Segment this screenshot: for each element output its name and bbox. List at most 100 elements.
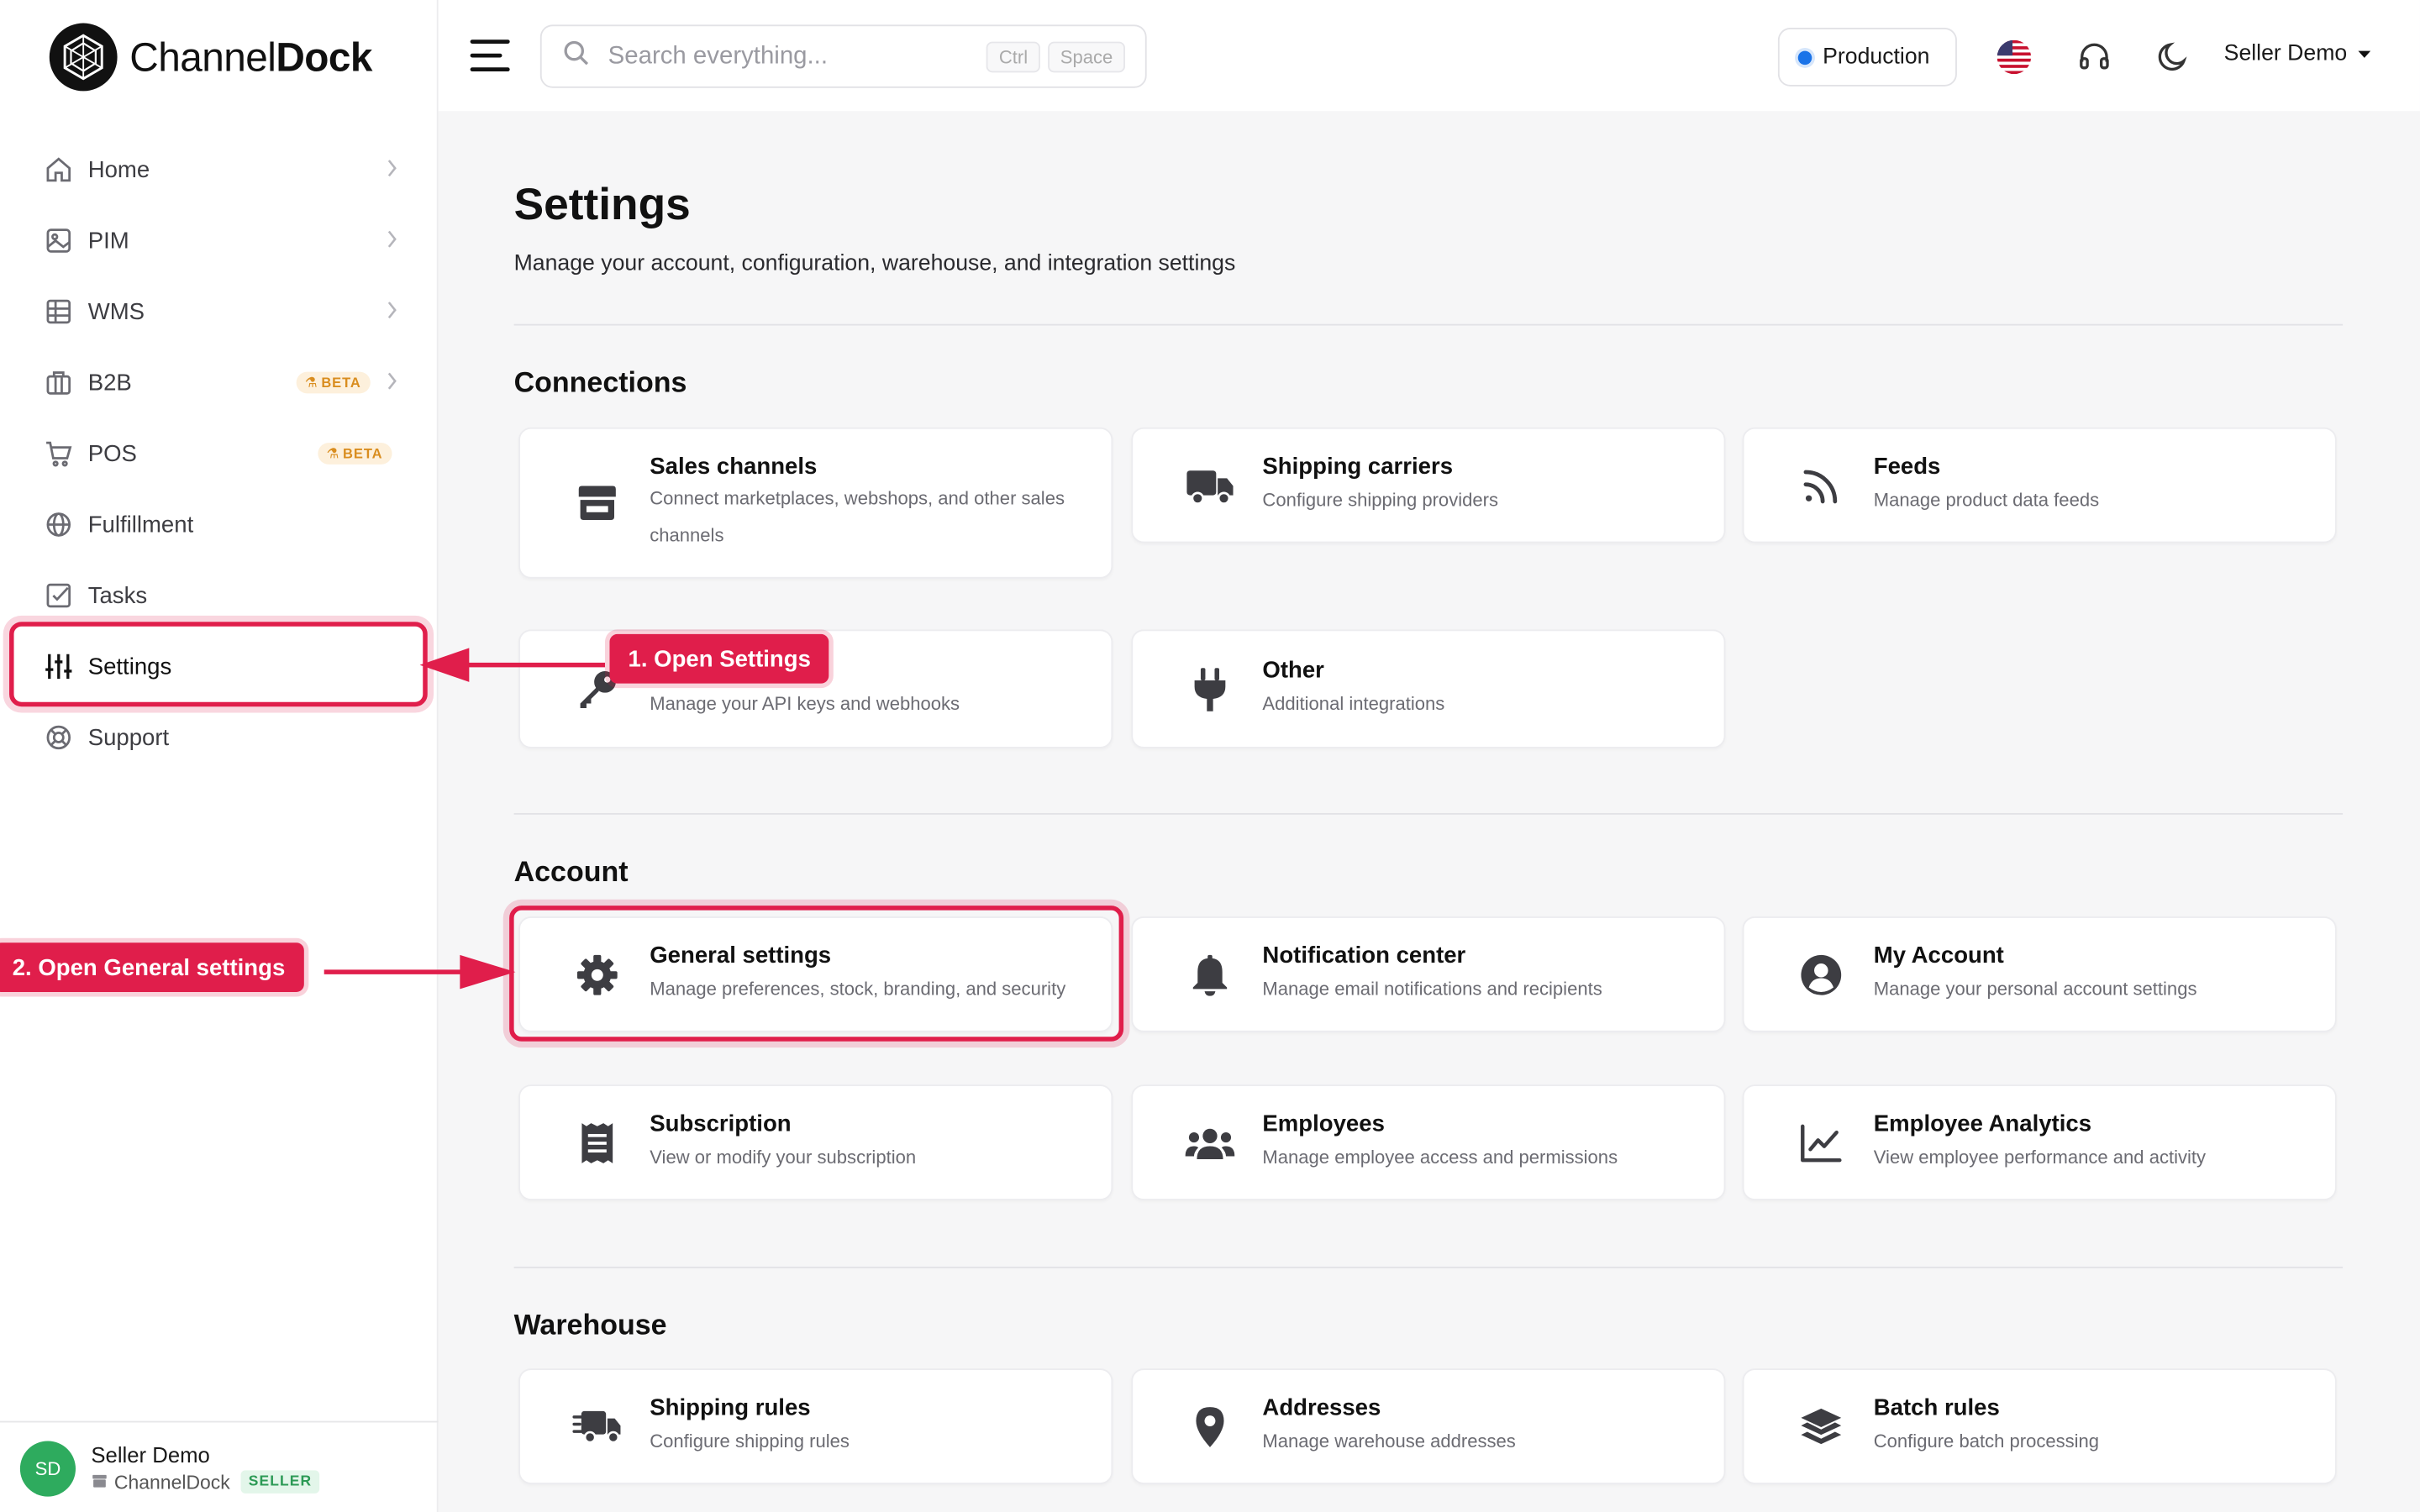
card-feeds[interactable]: Feeds Manage product data feeds — [1742, 427, 2337, 543]
arrow-to-general-settings-icon — [324, 954, 516, 990]
card-employee-analytics[interactable]: Employee Analytics View employee perform… — [1742, 1084, 2337, 1200]
sidebar-item-pim[interactable]: PIM — [0, 205, 439, 276]
sidebar-item-label: PIM — [87, 227, 129, 255]
globe-icon — [43, 509, 74, 540]
sidebar-item-label: POS — [87, 440, 137, 467]
top-header: Search everything... Ctrl Space Producti… — [438, 0, 2420, 112]
image-icon — [43, 225, 74, 256]
sidebar-item-label: Tasks — [87, 582, 148, 609]
callout-step-2: 2. Open General settings — [0, 942, 304, 992]
sidebar-item-label: Support — [87, 724, 170, 751]
rss-icon — [1797, 461, 1846, 511]
home-icon — [43, 155, 74, 186]
environment-label: Production — [1823, 45, 1930, 70]
building-icon — [43, 367, 74, 398]
flask-icon: ⚗ — [304, 374, 318, 390]
card-title: My Account — [1873, 942, 2004, 969]
plug-icon — [1186, 665, 1235, 715]
kbd-ctrl: Ctrl — [986, 40, 1040, 72]
card-description: Manage email notifications and recipient… — [1262, 978, 1602, 1000]
menu-toggle-icon[interactable] — [469, 37, 511, 81]
page-title: Settings — [513, 180, 691, 230]
sidebar-item-home[interactable]: Home — [0, 134, 439, 205]
card-title: Batch rules — [1873, 1394, 2000, 1421]
beta-badge: ⚗ BETA — [295, 371, 371, 394]
logo-mark-icon — [49, 23, 118, 92]
card-description: Manage warehouse addresses — [1262, 1430, 1516, 1452]
headset-icon[interactable] — [2077, 40, 2111, 82]
sidebar-item-label: Fulfillment — [87, 511, 194, 538]
lifebuoy-icon — [43, 722, 74, 753]
card-description: Additional integrations — [1262, 692, 1445, 715]
card-my-account[interactable]: My Account Manage your personal account … — [1742, 916, 2337, 1032]
section-title-account: Account — [513, 854, 629, 888]
fast-truck-icon — [572, 1403, 622, 1452]
card-title: Employees — [1262, 1110, 1385, 1137]
kbd-space: Space — [1048, 40, 1125, 72]
sidebar-item-pos[interactable]: POS ⚗ BETA — [0, 418, 439, 489]
card-title: Sales channels — [650, 453, 818, 480]
arrow-to-settings-icon — [419, 648, 605, 682]
card-other[interactable]: Other Additional integrations — [1131, 629, 1726, 748]
sidebar-item-label: Home — [87, 156, 150, 183]
card-description: Manage your API keys and webhooks — [650, 692, 960, 715]
card-shipping-carriers[interactable]: Shipping carriers Configure shipping pro… — [1131, 427, 1726, 543]
search-placeholder: Search everything... — [608, 42, 829, 69]
card-title: Shipping rules — [650, 1394, 811, 1421]
sidebar-item-tasks[interactable]: Tasks — [0, 560, 439, 631]
profile-footer[interactable]: SD Seller Demo ChannelDock SELLER — [0, 1420, 439, 1512]
card-description: Manage employee access and permissions — [1262, 1146, 1618, 1168]
environment-switch[interactable]: Production — [1777, 28, 1957, 87]
sidebar-item-wms[interactable]: WMS — [0, 276, 439, 347]
chevron-right-icon — [386, 157, 398, 183]
card-description: Connect marketplaces, webshops, and othe… — [650, 487, 1065, 547]
chevron-right-icon — [386, 228, 398, 255]
card-shipping-rules[interactable]: Shipping rules Configure shipping rules — [518, 1368, 1113, 1484]
card-description: View employee performance and activity — [1873, 1146, 2207, 1168]
receipt-icon — [572, 1119, 622, 1168]
moon-icon[interactable] — [2156, 40, 2190, 82]
card-addresses[interactable]: Addresses Manage warehouse addresses — [1131, 1368, 1726, 1484]
table-icon — [43, 297, 74, 328]
chevron-right-icon — [386, 370, 398, 396]
card-title: Feeds — [1873, 453, 1941, 480]
sidebar: ChannelDock Home PIM WMS B2B ⚗ BETA POS … — [0, 0, 439, 1512]
logo[interactable]: ChannelDock — [49, 23, 372, 92]
section-title-warehouse: Warehouse — [513, 1308, 667, 1341]
card-title: Other — [1262, 657, 1324, 684]
sidebar-item-b2b[interactable]: B2B ⚗ BETA — [0, 347, 439, 417]
search-input[interactable]: Search everything... Ctrl Space — [539, 24, 1147, 88]
store-small-icon — [91, 1471, 108, 1493]
divider — [513, 1266, 2344, 1268]
card-title: Addresses — [1262, 1394, 1381, 1421]
chevron-down-icon — [2356, 42, 2371, 66]
store-icon — [572, 478, 622, 528]
truck-icon — [1186, 461, 1235, 511]
card-subscription[interactable]: Subscription View or modify your subscri… — [518, 1084, 1113, 1200]
callout-step-1: 1. Open Settings — [609, 633, 829, 684]
cart-icon — [43, 438, 74, 470]
beta-badge: ⚗ BETA — [317, 443, 392, 465]
page-subtitle: Manage your account, configuration, ware… — [513, 251, 1236, 276]
checkbox-icon — [43, 580, 74, 612]
card-employees[interactable]: Employees Manage employee access and per… — [1131, 1084, 1726, 1200]
card-title: Notification center — [1262, 942, 1466, 969]
sidebar-item-fulfillment[interactable]: Fulfillment — [0, 489, 439, 559]
card-description: Configure shipping providers — [1262, 489, 1499, 511]
user-menu[interactable]: Seller Demo — [2224, 42, 2372, 66]
sidebar-item-label: B2B — [87, 369, 132, 396]
role-badge: SELLER — [240, 1470, 320, 1494]
card-sales-channels[interactable]: Sales channels Connect marketplaces, web… — [518, 427, 1113, 579]
us-flag-icon[interactable] — [1996, 39, 2032, 75]
divider — [513, 812, 2344, 815]
card-notification-center[interactable]: Notification center Manage email notific… — [1131, 916, 1726, 1032]
chevron-right-icon — [386, 299, 398, 325]
card-description: Configure batch processing — [1873, 1430, 2100, 1452]
chart-line-icon — [1797, 1119, 1846, 1168]
avatar: SD — [19, 1441, 76, 1497]
profile-org: ChannelDock SELLER — [91, 1470, 320, 1494]
layers-icon — [1797, 1403, 1846, 1452]
sidebar-item-support[interactable]: Support — [0, 702, 439, 773]
card-batch-rules[interactable]: Batch rules Configure batch processing — [1742, 1368, 2337, 1484]
profile-name: Seller Demo — [91, 1442, 210, 1467]
